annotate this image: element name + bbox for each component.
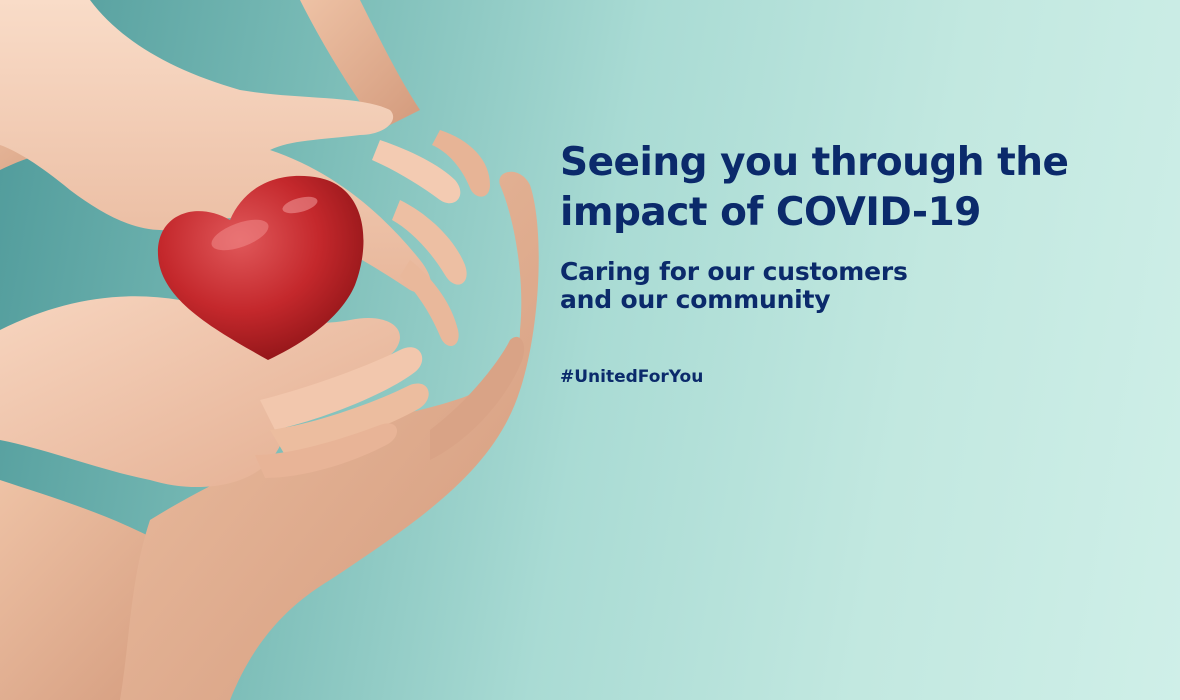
subheadline: Caring for our customers and our communi… — [560, 258, 1160, 314]
hashtag: #UnitedForYou — [560, 367, 704, 387]
subheadline-line: Caring for our customers — [560, 257, 908, 286]
subheadline-line: and our community — [560, 285, 831, 314]
banner-copy: Seeing you through the impact of COVID-1… — [560, 138, 1160, 387]
hands-holding-heart-image — [0, 0, 539, 700]
covid-banner: Seeing you through the impact of COVID-1… — [0, 0, 1180, 700]
headline-line: impact of COVID-19 — [560, 190, 981, 235]
headline-line: Seeing you through the — [560, 140, 1069, 185]
headline: Seeing you through the impact of COVID-1… — [560, 138, 1160, 238]
